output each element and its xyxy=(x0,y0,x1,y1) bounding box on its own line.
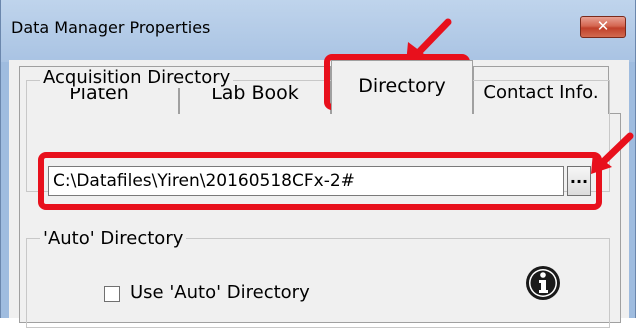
tab-directory[interactable]: Directory xyxy=(331,60,473,114)
acquisition-directory-highlight xyxy=(38,152,602,210)
use-auto-directory-checkbox[interactable] xyxy=(104,286,120,302)
auto-directory-label: 'Auto' Directory xyxy=(40,228,187,249)
title-bar[interactable]: Data Manager Properties ✕ xyxy=(1,0,637,60)
close-button[interactable]: ✕ xyxy=(580,16,626,38)
window-title: Data Manager Properties xyxy=(11,18,211,37)
close-icon: ✕ xyxy=(596,17,610,35)
acquisition-directory-label: Acquisition Directory xyxy=(40,67,234,88)
use-auto-directory-label[interactable]: Use 'Auto' Directory xyxy=(130,282,310,303)
auto-directory-group xyxy=(26,238,610,328)
info-icon[interactable] xyxy=(524,264,562,302)
